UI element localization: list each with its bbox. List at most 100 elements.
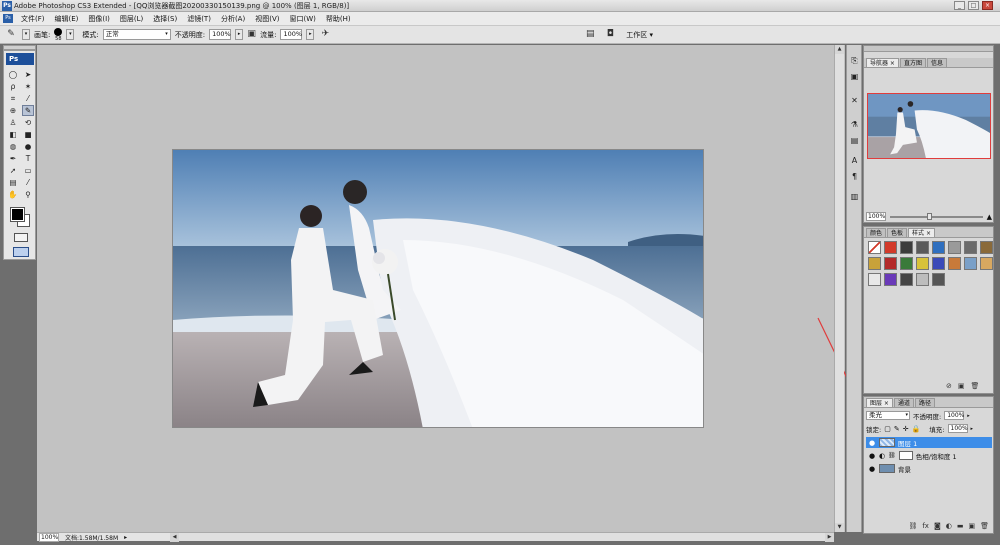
scroll-down-icon[interactable]: ▼ (835, 523, 844, 532)
scroll-up-icon[interactable]: ▲ (835, 45, 844, 54)
style-swatch[interactable] (980, 257, 993, 270)
slice-tool-icon[interactable]: ⁄ (22, 93, 34, 104)
dodge-tool-icon[interactable]: ● (22, 141, 34, 152)
layer-comps-icon[interactable]: ▥ (848, 191, 861, 203)
style-swatch[interactable] (884, 241, 897, 254)
tab-channels[interactable]: 通道 (893, 398, 914, 407)
tab-histogram[interactable]: 直方图 (899, 58, 926, 67)
screen-mode-icon[interactable] (13, 247, 29, 257)
style-swatch[interactable] (900, 241, 913, 254)
scroll-left-icon[interactable]: ◀ (170, 533, 179, 542)
style-swatch[interactable] (932, 241, 945, 254)
brush-tool-icon[interactable]: ✎ (4, 28, 18, 41)
tab-styles[interactable]: 样式 × (908, 228, 935, 237)
shape-tool-icon[interactable]: ▭ (22, 165, 34, 176)
palette-well-icon[interactable]: ▤ (583, 28, 597, 41)
menu-layer[interactable]: 图层(L) (115, 14, 148, 24)
lock-image-icon[interactable]: ✎ (894, 425, 900, 433)
scroll-right-icon[interactable]: ▶ (825, 533, 834, 542)
blend-mode-select[interactable]: 柔光 ▾ (866, 411, 910, 420)
link-layers-icon[interactable]: ⛓ (908, 522, 917, 530)
eraser-tool-icon[interactable]: ◧ (7, 129, 19, 140)
menu-file[interactable]: 文件(F) (16, 14, 50, 24)
tool-presets-icon[interactable]: ▣ (848, 71, 861, 83)
menu-edit[interactable]: 编辑(E) (50, 14, 84, 24)
link-icon[interactable]: ⛓ (888, 452, 896, 459)
new-style-icon[interactable]: ▣ (958, 382, 965, 390)
history-brush-icon[interactable]: ⟲ (22, 117, 34, 128)
eyedropper-icon[interactable]: ⁄ (22, 177, 34, 188)
tab-info[interactable]: 信息 (926, 58, 947, 67)
menu-view[interactable]: 视图(V) (250, 14, 284, 24)
slider-handle[interactable] (927, 212, 933, 220)
new-layer-icon[interactable]: ▣ (968, 522, 975, 530)
history-icon[interactable]: ▤ (848, 135, 861, 147)
layer-row[interactable]: ● 背景 (866, 463, 992, 474)
layer-style-icon[interactable]: fx (922, 522, 929, 530)
style-swatch[interactable] (980, 241, 993, 254)
style-swatch[interactable] (916, 257, 929, 270)
new-group-icon[interactable]: ▬ (957, 522, 964, 530)
document-size[interactable]: 文档:1.58M/1.58M (65, 533, 118, 542)
vertical-scrollbar[interactable]: ▲ ▼ (834, 45, 844, 532)
style-swatch[interactable] (868, 257, 881, 270)
pen-tool-icon[interactable]: ✒ (7, 153, 19, 164)
style-swatch[interactable] (932, 273, 945, 286)
style-swatch[interactable] (916, 241, 929, 254)
opacity-input[interactable]: 100% (209, 29, 232, 40)
healing-brush-icon[interactable]: ⊕ (7, 105, 19, 116)
adjustment-icon[interactable]: ◐ (946, 522, 952, 530)
status-menu-icon[interactable]: ▸ (124, 534, 127, 541)
clear-style-icon[interactable]: ⊘ (946, 382, 952, 390)
style-swatch[interactable] (868, 273, 881, 286)
style-swatch[interactable] (948, 241, 961, 254)
lock-all-icon[interactable]: 🔒 (912, 425, 921, 433)
foreground-color-swatch[interactable] (10, 207, 25, 222)
hand-tool-icon[interactable]: ✋ (7, 189, 19, 200)
add-mask-icon[interactable]: ◙ (934, 522, 941, 530)
zoom-field[interactable]: 100% (39, 532, 59, 542)
maximize-icon[interactable]: □ (968, 1, 979, 10)
menu-help[interactable]: 帮助(H) (321, 14, 356, 24)
style-swatch[interactable] (964, 241, 977, 254)
move-tool-icon[interactable]: ➤ (22, 69, 34, 80)
style-swatch[interactable] (916, 273, 929, 286)
brush-dropdown[interactable]: ▾ (66, 29, 75, 40)
delete-style-icon[interactable]: 🗑 (971, 382, 980, 390)
document-image[interactable] (172, 149, 704, 428)
navigator-zoom-slider[interactable] (890, 212, 983, 220)
navigator-thumbnail[interactable] (867, 93, 991, 159)
eye-icon[interactable]: ● (868, 439, 876, 447)
tab-swatches[interactable]: 色板 (887, 228, 908, 237)
character-icon[interactable]: A (848, 155, 861, 167)
paragraph-icon[interactable]: ¶ (848, 171, 861, 183)
workspace-button[interactable]: 工作区 ▾ (623, 30, 656, 40)
style-swatch[interactable] (948, 257, 961, 270)
menu-analysis[interactable]: 分析(A) (216, 14, 250, 24)
fill-input[interactable]: 100% (947, 424, 968, 433)
fill-arrow-icon[interactable]: ▸ (971, 426, 974, 432)
tool-preset-dropdown[interactable]: ▾ (22, 29, 30, 40)
menu-select[interactable]: 选择(S) (148, 14, 182, 24)
path-select-icon[interactable]: ➚ (7, 165, 19, 176)
type-tool-icon[interactable]: T (22, 153, 34, 164)
tab-layers[interactable]: 图层 × (866, 398, 893, 407)
eye-icon[interactable]: ● (868, 452, 876, 460)
eye-icon[interactable]: ● (868, 465, 876, 473)
document-icon[interactable]: Ps (3, 14, 13, 23)
flow-input[interactable]: 100% (280, 29, 303, 40)
clone-stamp-icon[interactable]: ♙ (7, 117, 19, 128)
mode-select[interactable]: 正常 ▾ (102, 29, 171, 40)
style-swatch[interactable] (932, 257, 945, 270)
style-swatch[interactable] (884, 273, 897, 286)
style-swatch[interactable] (868, 241, 881, 254)
tab-paths[interactable]: 路径 (914, 398, 935, 407)
layer-opacity-input[interactable]: 100% (944, 411, 964, 420)
lasso-tool-icon[interactable]: ρ (7, 81, 19, 92)
menu-filter[interactable]: 滤镜(T) (182, 14, 216, 24)
camera-icon[interactable]: ◘ (601, 28, 619, 41)
blur-tool-icon[interactable]: ◍ (7, 141, 19, 152)
brush-picker[interactable]: 58 (54, 27, 63, 42)
lock-position-icon[interactable]: ✛ (903, 425, 909, 433)
style-swatch[interactable] (900, 257, 913, 270)
